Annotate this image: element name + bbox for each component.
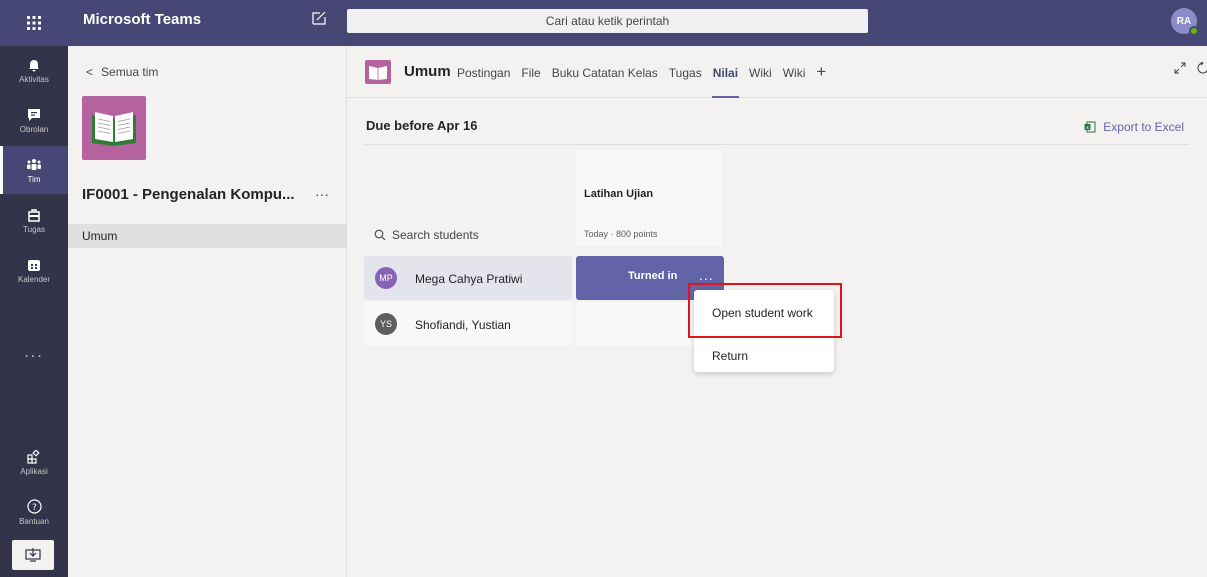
- book-icon: [92, 112, 136, 146]
- app-rail: Aktivitas Obrolan Tim Tugas Kalender ...…: [0, 46, 68, 577]
- app-title: Microsoft Teams: [83, 11, 202, 28]
- student-avatar: YS: [375, 313, 397, 335]
- more-apps-icon[interactable]: ...: [0, 344, 68, 362]
- rail-label: Tugas: [23, 224, 45, 234]
- all-teams-link[interactable]: < Semua tim: [86, 65, 158, 79]
- tab-tugas[interactable]: Tugas: [669, 66, 702, 82]
- user-initials: RA: [1176, 15, 1192, 27]
- assignment-name: Latihan Ujian: [584, 188, 654, 200]
- rail-label: Aktivitas: [19, 74, 49, 84]
- channel-label: Umum: [82, 229, 118, 243]
- student-row[interactable]: YS Shofiandi, Yustian: [364, 302, 572, 346]
- student-name: Mega Cahya Pratiwi: [415, 272, 523, 286]
- add-tab-icon[interactable]: +: [816, 62, 826, 82]
- new-chat-icon[interactable]: [311, 10, 331, 30]
- team-logo: [82, 96, 146, 160]
- expand-icon[interactable]: [1174, 62, 1186, 77]
- all-teams-label: Semua tim: [101, 65, 159, 79]
- help-icon: ?: [26, 499, 42, 515]
- command-search-input[interactable]: Cari atau ketik perintah: [347, 9, 868, 33]
- assignment-icon: [26, 207, 42, 223]
- search-students-placeholder: Search students: [392, 228, 479, 242]
- presence-available-icon: [1189, 26, 1199, 36]
- rail-label: Bantuan: [19, 516, 49, 526]
- excel-icon: x: [1084, 121, 1096, 133]
- search-icon: [374, 229, 386, 241]
- top-bar: Microsoft Teams Cari atau ketik perintah…: [0, 0, 1207, 46]
- annotation-highlight-box: [688, 283, 842, 338]
- menu-item-label: Return: [712, 349, 749, 363]
- export-label: Export to Excel: [1103, 120, 1184, 134]
- status-label: Turned in: [628, 270, 678, 282]
- rail-item-activity[interactable]: Aktivitas: [0, 46, 68, 94]
- tab-postingan[interactable]: Postingan: [457, 66, 510, 82]
- rail-item-assignments[interactable]: Tugas: [0, 196, 68, 244]
- team-name: IF0001 - Pengenalan Kompu...: [82, 186, 295, 203]
- rail-label: Kalender: [17, 274, 51, 284]
- export-to-excel-button[interactable]: x Export to Excel: [1084, 120, 1184, 134]
- channel-header: Umum Postingan File Buku Catatan Kelas T…: [347, 46, 1207, 98]
- rail-label: Aplikasi: [20, 466, 48, 476]
- student-name: Shofiandi, Yustian: [415, 318, 511, 332]
- teams-icon: [26, 157, 42, 173]
- rail-label: Obrolan: [19, 124, 49, 134]
- rail-item-calendar[interactable]: Kalender: [0, 246, 68, 294]
- team-panel: < Semua tim IF0001 - Pengenalan Kompu... …: [68, 46, 347, 577]
- due-bar: Due before Apr 16 x Export to Excel: [364, 111, 1190, 145]
- channel-item-umum[interactable]: Umum: [68, 224, 346, 248]
- tab-wiki[interactable]: Wiki: [749, 66, 772, 82]
- chevron-left-icon: <: [86, 65, 94, 79]
- bell-icon: [26, 57, 42, 73]
- download-app-icon[interactable]: [12, 540, 54, 570]
- channel-tabs: Postingan File Buku Catatan Kelas Tugas …: [457, 62, 826, 98]
- more-options-icon[interactable]: ...: [699, 267, 714, 283]
- calendar-icon: [26, 257, 42, 273]
- channel-title: Umum: [404, 63, 451, 80]
- channel-book-icon: [365, 60, 391, 84]
- due-title: Due before Apr 16: [366, 118, 478, 133]
- assignment-meta: Today · 800 points: [584, 229, 658, 239]
- chat-icon: [26, 107, 42, 123]
- menu-item-return[interactable]: Return: [694, 336, 834, 372]
- rail-label: Tim: [27, 174, 41, 184]
- rail-item-help[interactable]: ? Bantuan: [0, 488, 68, 536]
- refresh-icon[interactable]: [1197, 61, 1207, 77]
- rail-item-apps[interactable]: Aplikasi: [0, 438, 68, 486]
- team-more-options-icon[interactable]: ···: [315, 186, 329, 202]
- assignment-column-header[interactable]: Latihan Ujian Today · 800 points: [576, 150, 722, 246]
- app-launcher-icon[interactable]: [0, 0, 68, 46]
- search-students-input[interactable]: Search students: [374, 228, 479, 242]
- student-row[interactable]: MP Mega Cahya Pratiwi: [364, 256, 572, 300]
- user-avatar[interactable]: RA: [1171, 8, 1199, 36]
- tab-nilai[interactable]: Nilai: [711, 66, 740, 98]
- rail-item-chat[interactable]: Obrolan: [0, 96, 68, 144]
- apps-icon: [26, 449, 42, 465]
- tab-wiki-2[interactable]: Wiki: [783, 66, 806, 82]
- rail-item-teams[interactable]: Tim: [0, 146, 68, 194]
- svg-text:x: x: [1086, 125, 1089, 131]
- tab-class-notebook[interactable]: Buku Catatan Kelas: [552, 66, 658, 82]
- svg-text:?: ?: [32, 503, 37, 513]
- student-avatar: MP: [375, 267, 397, 289]
- tab-file[interactable]: File: [521, 66, 540, 82]
